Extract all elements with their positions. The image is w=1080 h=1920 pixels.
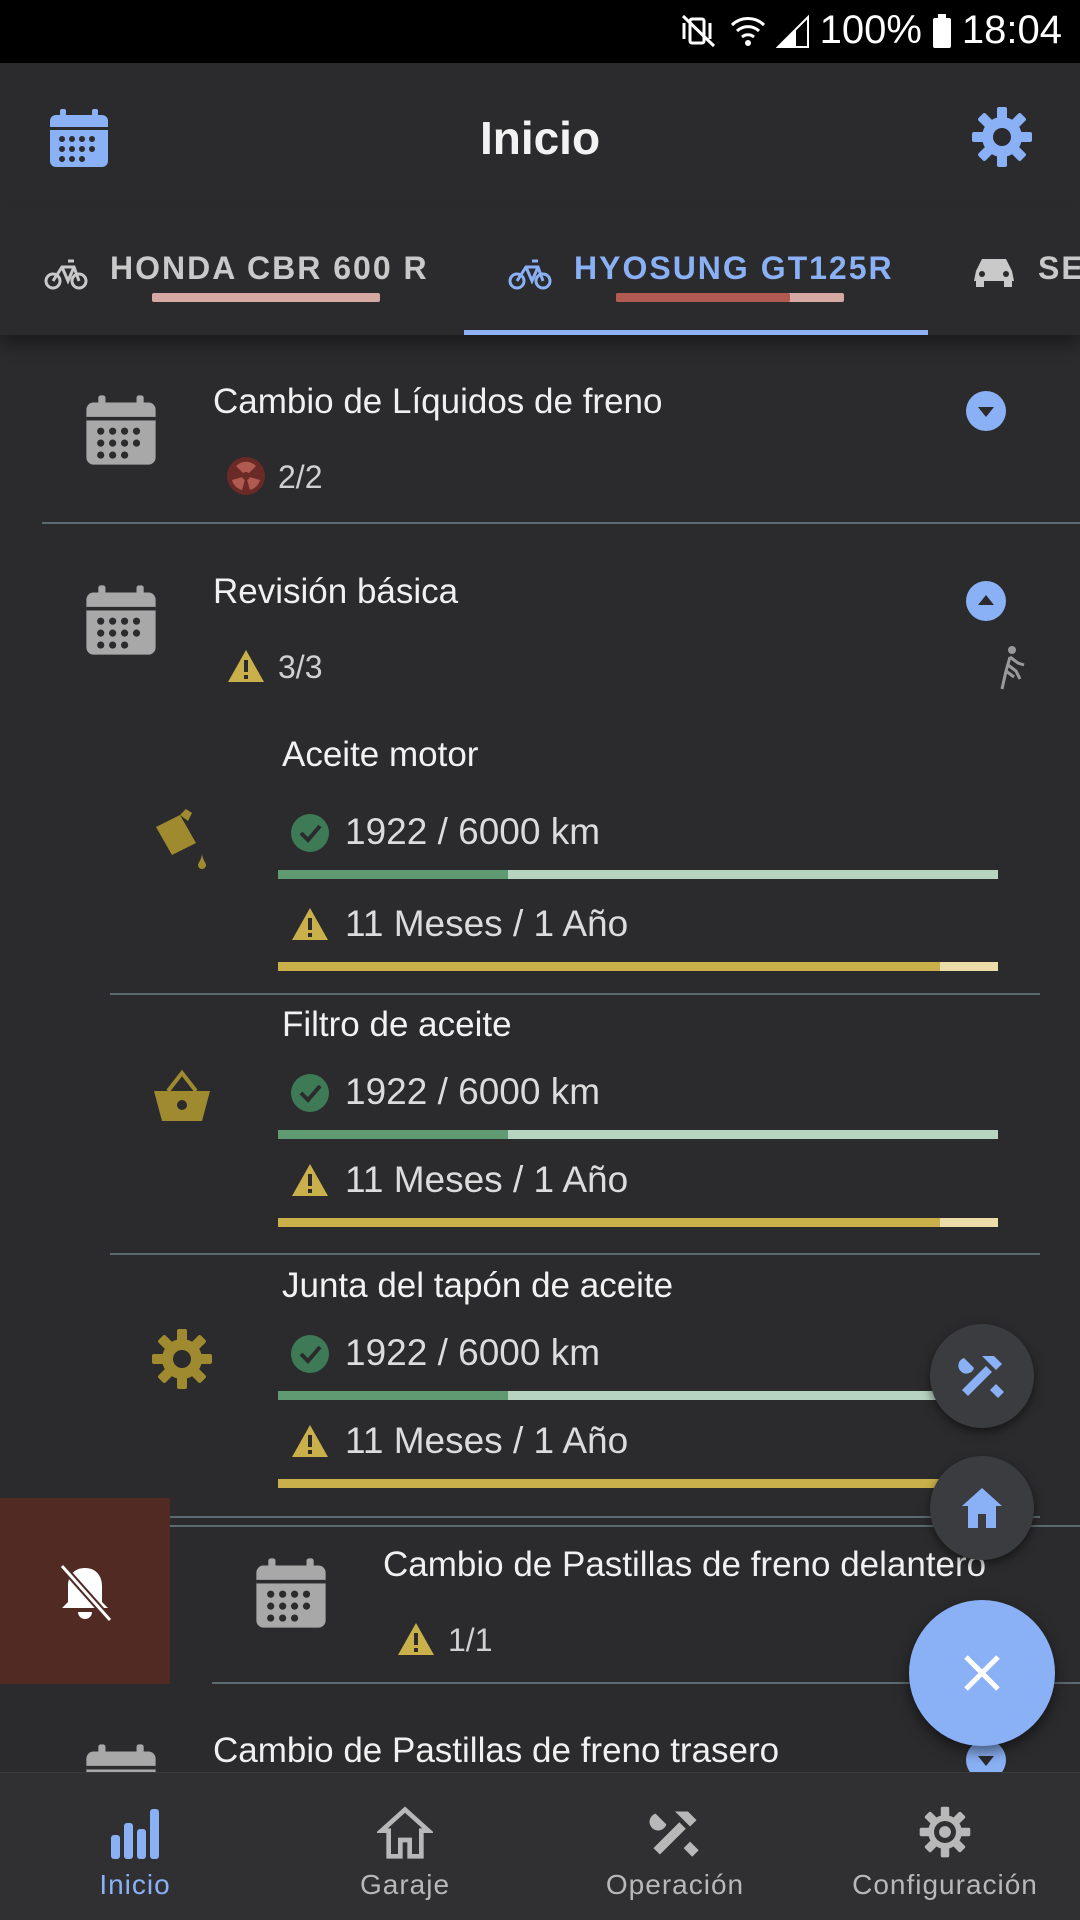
car-icon: [974, 259, 1014, 287]
tab-car[interactable]: SE: [928, 207, 1080, 335]
nav-item-garaje[interactable]: Garaje: [270, 1773, 540, 1920]
battery-icon: [932, 13, 952, 49]
warning-icon: [398, 1623, 434, 1655]
maintenance-list: Cambio de Líquidos de freno 2/2 Revisión…: [0, 335, 1080, 1772]
warning-icon: [228, 650, 264, 682]
list-item[interactable]: Filtro de aceite 1922 / 6000 km 11 Meses…: [0, 995, 1080, 1255]
calendar-icon: [256, 1558, 326, 1628]
close-fab[interactable]: [909, 1600, 1055, 1746]
chevron-down-icon: [978, 407, 994, 417]
km-progress-bar: [278, 1130, 998, 1139]
home-icon: [377, 1806, 433, 1859]
vibrate-mute-icon: [680, 13, 720, 49]
tab-label: SE: [1038, 250, 1080, 286]
warning-icon: [292, 908, 328, 940]
time-progress-bar: [278, 1479, 998, 1488]
app-bar: Inicio: [0, 63, 1080, 207]
tab-status-bar: [152, 293, 380, 302]
vehicle-tabs: HONDA CBR 600 R HYOSUNG GT125R SE: [0, 207, 1080, 335]
nav-item-operacion[interactable]: Operación: [540, 1773, 810, 1920]
status-bar: 100% 18:04: [0, 0, 1080, 63]
time-progress-text: 11 Meses / 1 Año: [345, 903, 629, 944]
check-circle-icon: [291, 1335, 329, 1373]
bike-icon: [44, 259, 88, 290]
close-icon: [964, 1655, 1000, 1691]
tab-label: HONDA CBR 600 R: [110, 250, 429, 286]
nav-label: Configuración: [852, 1869, 1038, 1900]
nav-label: Garaje: [359, 1869, 451, 1900]
warning-icon: [292, 1425, 328, 1457]
warning-icon: [292, 1164, 328, 1196]
nav-label: Operación: [605, 1869, 745, 1900]
tab-hyosung[interactable]: HYOSUNG GT125R: [464, 207, 928, 335]
battery-percent: 100%: [819, 8, 922, 52]
time-progress-bar: [278, 1218, 998, 1227]
tab-status-bar: [616, 293, 844, 302]
section-count: 1/1: [448, 1622, 493, 1658]
nav-label: Inicio: [99, 1869, 171, 1900]
bottom-navigation: Inicio Garaje Operación Configuración: [0, 1772, 1080, 1920]
section-title: Cambio de Pastillas de freno delantero: [383, 1545, 987, 1584]
time-progress-bar: [278, 962, 998, 971]
item-title: Filtro de aceite: [282, 1005, 512, 1044]
bike-icon: [508, 259, 552, 290]
chevron-up-icon: [978, 595, 994, 605]
time-progress-text: 11 Meses / 1 Año: [345, 1420, 629, 1461]
check-circle-icon: [291, 1074, 329, 1112]
expand-button[interactable]: [966, 391, 1006, 431]
collapse-button[interactable]: [966, 581, 1006, 621]
time-progress-text: 11 Meses / 1 Año: [345, 1159, 629, 1200]
list-item[interactable]: Aceite motor 1922 / 6000 km 11 Meses / 1…: [0, 735, 1080, 995]
section-count: 2/2: [278, 459, 323, 495]
km-progress-text: 1922 / 6000 km: [345, 811, 601, 852]
calendar-icon: [86, 585, 156, 655]
basket-icon: [154, 1069, 210, 1121]
bar-chart-icon: [111, 1809, 159, 1859]
list-item[interactable]: Junta del tapón de aceite 1922 / 6000 km…: [0, 1255, 1080, 1525]
page-title: Inicio: [479, 112, 601, 164]
nav-item-configuracion[interactable]: Configuración: [810, 1773, 1080, 1920]
clock: 18:04: [961, 8, 1062, 52]
overdue-icon: [227, 457, 265, 495]
tab-indicator: [464, 330, 928, 335]
garage-fab[interactable]: [930, 1456, 1034, 1560]
section-brake-fluid[interactable]: Cambio de Líquidos de freno 2/2: [0, 335, 1080, 525]
section-count: 3/3: [278, 649, 323, 685]
km-progress-text: 1922 / 6000 km: [345, 1071, 601, 1112]
section-basic-review[interactable]: Revisión básica 3/3 Aceite motor 1922 / …: [0, 525, 1080, 1527]
tools-icon: [649, 1811, 699, 1857]
section-title: Revisión básica: [213, 572, 459, 611]
gear-icon: [972, 107, 1032, 167]
item-title: Aceite motor: [282, 735, 479, 774]
section-title: Cambio de Pastillas de freno trasero: [213, 1731, 780, 1770]
tab-honda[interactable]: HONDA CBR 600 R: [0, 207, 464, 335]
calendar-icon: [86, 1744, 156, 1772]
check-circle-icon: [291, 814, 329, 852]
wifi-icon: [730, 13, 766, 49]
walk-icon: [1000, 646, 1025, 690]
signal-icon: [775, 13, 810, 49]
bell-off-icon: [59, 1563, 113, 1623]
mute-action[interactable]: [0, 1498, 170, 1684]
home-icon: [962, 1488, 1002, 1528]
divider: [42, 522, 1080, 524]
oil-can-icon: [156, 809, 206, 869]
gear-icon: [919, 1806, 971, 1858]
nav-item-inicio[interactable]: Inicio: [0, 1773, 270, 1920]
km-progress-bar: [278, 870, 998, 879]
item-title: Junta del tapón de aceite: [282, 1266, 674, 1305]
km-progress-text: 1922 / 6000 km: [345, 1332, 601, 1373]
settings-button[interactable]: [970, 105, 1034, 169]
operation-fab[interactable]: [930, 1324, 1034, 1428]
tab-label: HYOSUNG GT125R: [574, 250, 894, 286]
gear-icon: [152, 1329, 212, 1389]
km-progress-bar: [278, 1391, 998, 1400]
section-title: Cambio de Líquidos de freno: [213, 382, 663, 421]
tools-icon: [958, 1356, 1004, 1398]
calendar-icon: [86, 395, 156, 465]
